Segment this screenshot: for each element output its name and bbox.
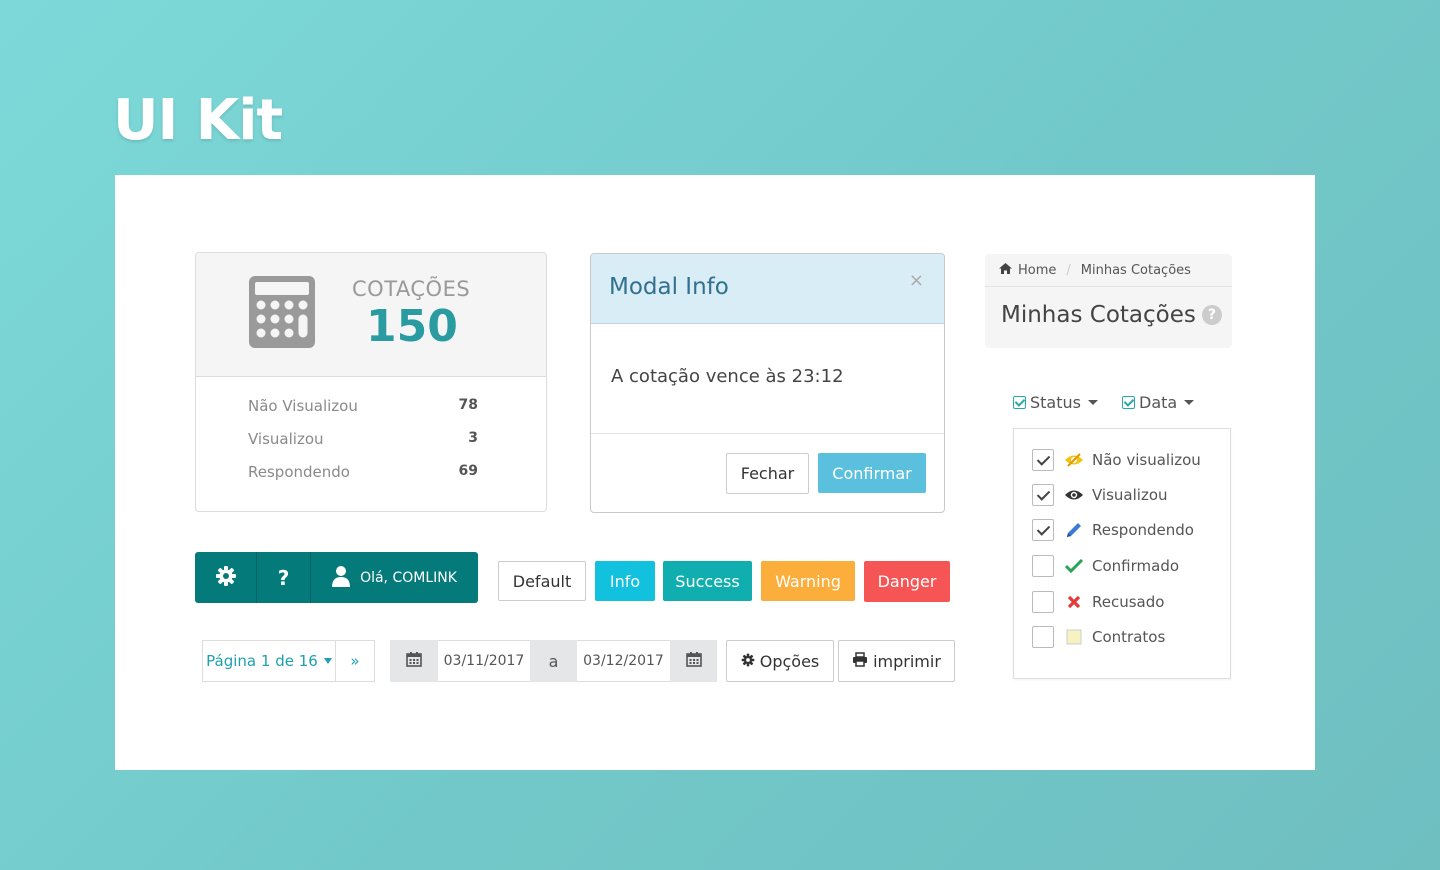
page-select-label: Página 1 de 16 — [206, 652, 318, 670]
breadcrumb-card: Home / Minhas Cotações Minhas Cotações ? — [985, 254, 1232, 348]
end-calendar-button[interactable] — [670, 640, 717, 682]
modal-info: Modal Info × A cotação vence às 23:12 Fe… — [590, 253, 945, 513]
status-option[interactable]: Visualizou — [1032, 484, 1168, 506]
status-option[interactable]: Contratos — [1032, 626, 1165, 648]
check-icon — [1064, 556, 1084, 576]
modal-title: Modal Info — [609, 274, 729, 300]
page-title: UI Kit — [113, 88, 283, 153]
stats-row-label: Visualizou — [248, 430, 324, 448]
modal-footer: Fechar Confirmar — [591, 434, 944, 512]
status-option-label: Respondendo — [1092, 521, 1194, 539]
status-option[interactable]: Confirmado — [1032, 555, 1179, 577]
default-button[interactable]: Default — [498, 561, 586, 601]
modal-header: Modal Info × — [591, 254, 944, 324]
checkbox[interactable] — [1032, 519, 1054, 541]
section-title-text: Minhas Cotações — [1001, 302, 1196, 328]
help-button[interactable]: ? — [257, 552, 311, 603]
options-button[interactable]: Opções — [726, 640, 834, 682]
calculator-icon — [248, 275, 316, 353]
success-button[interactable]: Success — [663, 561, 752, 601]
checkbox[interactable] — [1032, 591, 1054, 613]
status-option-label: Não visualizou — [1092, 451, 1201, 469]
status-filter-list: Não visualizou Visualizou Respondendo Co… — [1013, 428, 1231, 679]
breadcrumb: Home / Minhas Cotações — [985, 254, 1232, 287]
stats-value: 150 — [366, 301, 458, 352]
status-filter-label: Status — [1030, 393, 1081, 412]
date-filter-toggle[interactable]: Data — [1122, 393, 1195, 412]
modal-body: A cotação vence às 23:12 — [591, 324, 944, 434]
date-filter-label: Data — [1139, 393, 1178, 412]
checkbox[interactable] — [1032, 449, 1054, 471]
caret-down-icon — [1184, 400, 1195, 405]
print-icon — [852, 651, 868, 671]
modal-text: A cotação vence às 23:12 — [611, 366, 844, 387]
user-greeting: Olá, COMLINK — [360, 569, 457, 586]
stats-row: Respondendo 69 — [248, 463, 478, 496]
breadcrumb-separator: / — [1066, 262, 1071, 278]
section-title: Minhas Cotações ? — [1001, 302, 1222, 328]
modal-close-button[interactable]: × — [909, 270, 924, 291]
square-icon — [1064, 627, 1084, 647]
danger-button[interactable]: Danger — [864, 561, 950, 602]
eye-slash-icon — [1064, 450, 1084, 470]
status-option[interactable]: Respondendo — [1032, 519, 1194, 541]
stats-card: COTAÇÕES 150 Não Visualizou 78 Visualizo… — [195, 252, 547, 512]
calendar-icon — [406, 651, 422, 671]
stats-row: Visualizou 3 — [248, 430, 478, 463]
status-option[interactable]: Não visualizou — [1032, 449, 1201, 471]
stats-row-value: 69 — [458, 463, 478, 479]
page-select[interactable]: Página 1 de 16 — [203, 641, 336, 681]
checkbox[interactable] — [1032, 484, 1054, 506]
options-label: Opções — [759, 651, 820, 671]
caret-down-icon — [323, 658, 332, 664]
date-range-separator: a — [530, 640, 577, 682]
stats-row-label: Não Visualizou — [248, 397, 358, 415]
eye-icon — [1064, 485, 1084, 505]
calendar-icon — [685, 651, 702, 671]
status-filter-toggle[interactable]: Status — [1013, 393, 1098, 412]
user-toolbar: ? Olá, COMLINK — [195, 552, 478, 603]
status-option-label: Visualizou — [1092, 486, 1168, 504]
checkbox[interactable] — [1032, 626, 1054, 648]
stats-row: Não Visualizou 78 — [248, 397, 478, 430]
end-date-input[interactable]: 03/12/2017 — [577, 640, 670, 682]
status-option[interactable]: Recusado — [1032, 591, 1164, 613]
next-page-button[interactable]: » — [336, 641, 374, 681]
warning-button[interactable]: Warning — [761, 561, 855, 601]
start-calendar-button[interactable] — [390, 640, 438, 682]
home-icon — [999, 262, 1012, 278]
stats-row-value: 78 — [458, 397, 478, 413]
status-option-label: Confirmado — [1092, 557, 1180, 575]
stats-rows: Não Visualizou 78 Visualizou 3 Responden… — [248, 397, 478, 496]
confirm-button[interactable]: Confirmar — [818, 453, 926, 493]
start-date-input[interactable]: 03/11/2017 — [438, 640, 530, 682]
settings-button[interactable] — [195, 552, 257, 603]
pagination: Página 1 de 16 » — [202, 640, 375, 682]
checkbox[interactable] — [1032, 555, 1054, 577]
help-icon[interactable]: ? — [1201, 305, 1222, 325]
print-label: imprimir — [873, 651, 941, 671]
stats-row-value: 3 — [468, 430, 478, 446]
breadcrumb-current: Minhas Cotações — [1080, 262, 1191, 278]
check-square-icon — [1013, 396, 1026, 409]
info-button[interactable]: Info — [595, 561, 655, 601]
close-button[interactable]: Fechar — [726, 453, 809, 494]
gear-icon — [741, 652, 755, 671]
check-square-icon — [1122, 396, 1135, 409]
stats-label: COTAÇÕES — [352, 277, 471, 301]
gear-icon — [215, 565, 237, 591]
times-icon — [1064, 592, 1084, 612]
stats-row-label: Respondendo — [248, 463, 350, 481]
caret-down-icon — [1087, 400, 1098, 405]
user-icon — [332, 565, 351, 591]
pencil-icon — [1064, 520, 1084, 540]
print-button[interactable]: imprimir — [838, 640, 955, 682]
breadcrumb-home-link[interactable]: Home — [1018, 263, 1056, 278]
stats-card-header: COTAÇÕES 150 — [196, 253, 546, 377]
status-option-label: Recusado — [1092, 593, 1165, 611]
date-range-picker: 03/11/2017 a 03/12/2017 — [390, 640, 717, 682]
status-option-label: Contratos — [1092, 628, 1166, 646]
user-menu-button[interactable]: Olá, COMLINK — [311, 552, 478, 603]
